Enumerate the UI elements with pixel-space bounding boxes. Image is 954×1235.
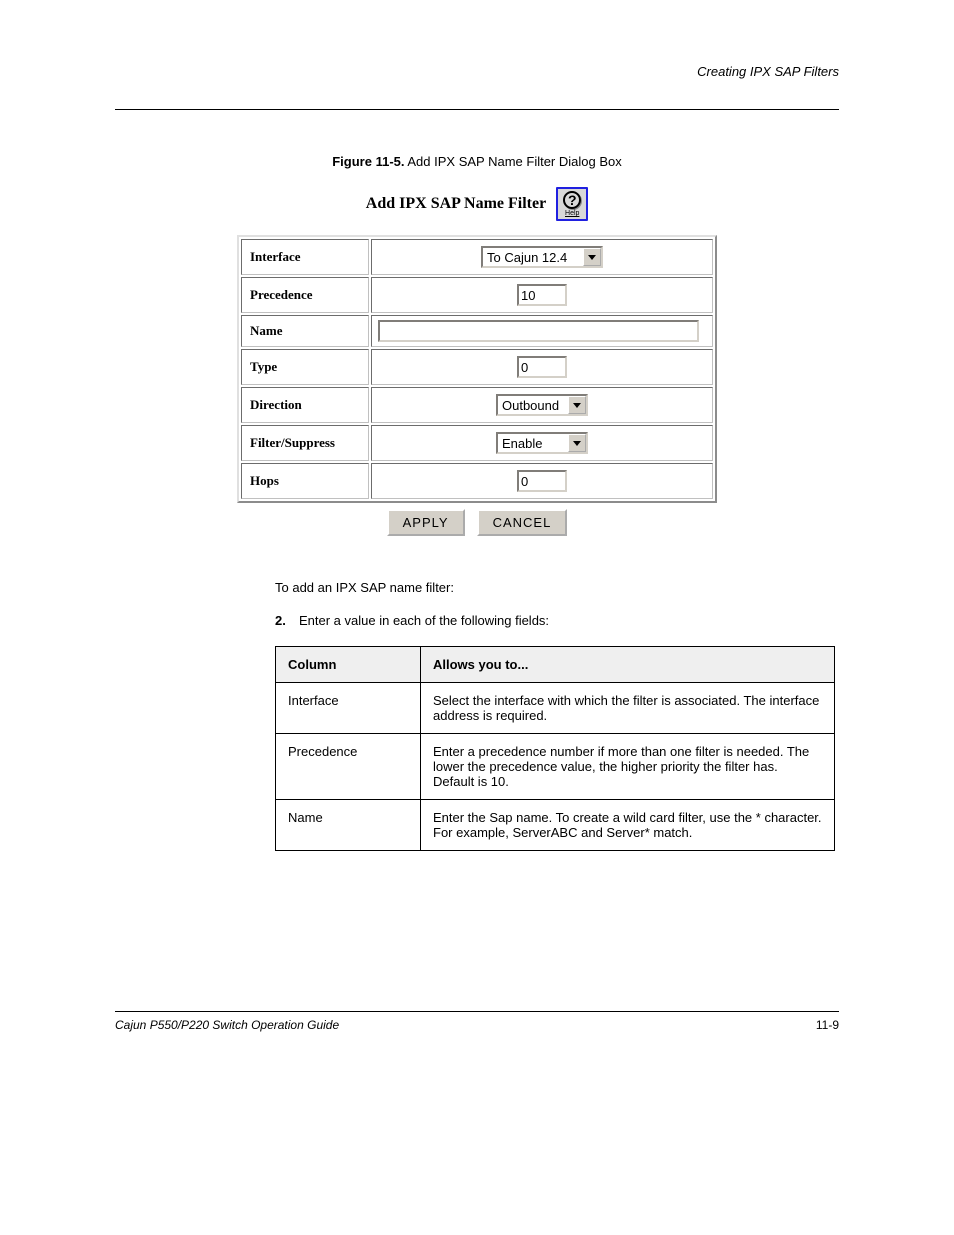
figure-caption: Figure 11-5. Add IPX SAP Name Filter Dia… [115, 154, 839, 169]
interface-select-value: To Cajun 12.4 [483, 248, 583, 266]
table-row: Interface Select the interface with whic… [276, 682, 835, 733]
page-header-right: Creating IPX SAP Filters [115, 64, 839, 79]
apply-button[interactable]: APPLY [387, 509, 465, 536]
ref-td-col2: Select the interface with which the filt… [421, 682, 835, 733]
footer-left: Cajun P550/P220 Switch Operation Guide [115, 1018, 339, 1032]
ipx-sap-name-filter-form: Add IPX SAP Name Filter ? Help Interface… [237, 187, 717, 536]
ref-td-col1: Precedence [276, 733, 421, 799]
help-button[interactable]: ? Help [556, 187, 588, 221]
filter-suppress-select[interactable]: Enable [496, 432, 588, 454]
chevron-down-icon [568, 396, 586, 414]
figure-caption-text: Add IPX SAP Name Filter Dialog Box [407, 154, 621, 169]
type-input[interactable] [517, 356, 567, 378]
question-mark-icon: ? [563, 191, 581, 209]
form-table: Interface To Cajun 12.4 Precedence Name [237, 235, 717, 503]
header-divider [115, 109, 839, 110]
footer-right: 11-9 [816, 1018, 839, 1032]
figure-caption-number: Figure 11-5. [332, 154, 404, 169]
ref-th-column: Column [276, 646, 421, 682]
body-intro: To add an IPX SAP name filter: [275, 578, 835, 599]
hops-input[interactable] [517, 470, 567, 492]
ref-td-col2: Enter a precedence number if more than o… [421, 733, 835, 799]
table-row: Precedence Enter a precedence number if … [276, 733, 835, 799]
ref-td-col1: Interface [276, 682, 421, 733]
form-title: Add IPX SAP Name Filter [366, 195, 546, 213]
name-input[interactable] [378, 320, 699, 342]
name-label: Name [241, 315, 369, 347]
filter-suppress-select-value: Enable [498, 434, 568, 452]
direction-select-value: Outbound [498, 396, 568, 414]
step-text: Enter a value in each of the following f… [299, 613, 549, 628]
chevron-down-icon [568, 434, 586, 452]
precedence-input[interactable] [517, 284, 567, 306]
step-number: 2. [275, 611, 299, 632]
direction-label: Direction [241, 387, 369, 423]
reference-table: Column Allows you to... Interface Select… [275, 646, 835, 851]
cancel-button[interactable]: CANCEL [477, 509, 568, 536]
ref-th-desc: Allows you to... [421, 646, 835, 682]
type-label: Type [241, 349, 369, 385]
interface-label: Interface [241, 239, 369, 275]
table-row: Name Enter the Sap name. To create a wil… [276, 799, 835, 850]
ref-td-col1: Name [276, 799, 421, 850]
hops-label: Hops [241, 463, 369, 499]
chevron-down-icon [583, 248, 601, 266]
precedence-label: Precedence [241, 277, 369, 313]
filter-suppress-label: Filter/Suppress [241, 425, 369, 461]
ref-td-col2: Enter the Sap name. To create a wild car… [421, 799, 835, 850]
help-button-label: Help [565, 210, 579, 217]
footer-divider [115, 1011, 839, 1012]
direction-select[interactable]: Outbound [496, 394, 588, 416]
interface-select[interactable]: To Cajun 12.4 [481, 246, 603, 268]
